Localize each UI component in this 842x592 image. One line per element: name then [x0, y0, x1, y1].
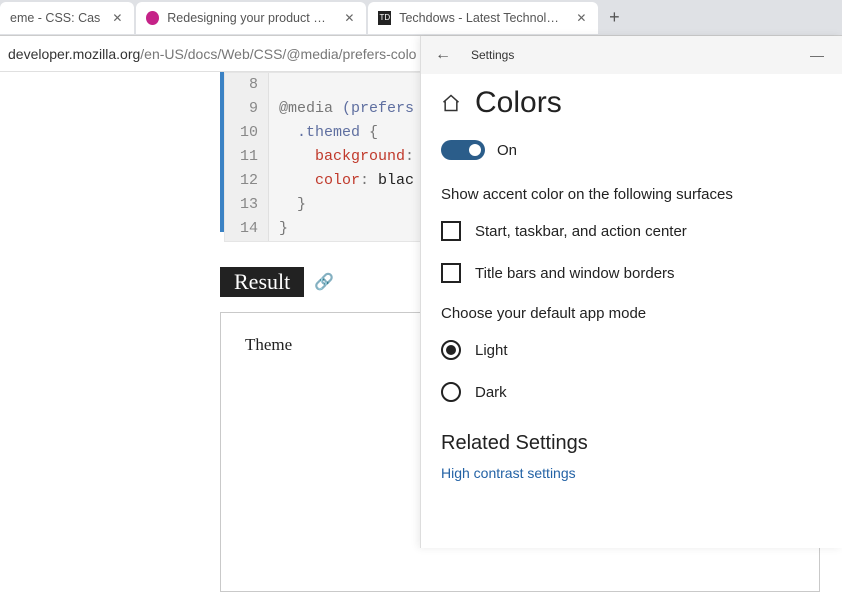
related-settings-heading: Related Settings	[441, 432, 822, 455]
home-icon[interactable]	[441, 93, 461, 113]
url-host: developer.mozilla.org	[8, 46, 140, 62]
checkbox-icon	[441, 263, 461, 283]
accent-section-label: Show accent color on the following surfa…	[441, 186, 822, 203]
theme-text: Theme	[245, 335, 292, 354]
toggle-state-label: On	[497, 142, 517, 159]
radio-label: Dark	[475, 384, 507, 401]
wordpress-icon	[146, 11, 159, 25]
line-number: 12	[225, 169, 269, 193]
tab-label: eme - CSS: Cas	[10, 11, 100, 25]
accent-toggle[interactable]	[441, 140, 485, 160]
settings-titlebar: ← Settings —	[421, 36, 842, 74]
close-icon[interactable]: ✕	[108, 9, 126, 27]
settings-title: Settings	[471, 48, 514, 62]
tab-1[interactable]: eme - CSS: Cas ✕	[0, 2, 134, 34]
tab-3[interactable]: TD Techdows - Latest Technology N ✕	[368, 2, 598, 34]
line-number: 8	[225, 73, 269, 97]
browser-tab-strip: eme - CSS: Cas ✕ Redesigning your produc…	[0, 0, 842, 36]
checkbox-icon	[441, 221, 461, 241]
settings-body: Colors On Show accent color on the follo…	[421, 74, 842, 483]
tab-label: Redesigning your product and w	[167, 11, 332, 25]
accent-toggle-row: On	[441, 140, 822, 160]
radio-dark[interactable]: Dark	[441, 382, 822, 402]
minimize-icon[interactable]: —	[810, 47, 824, 63]
windows-settings-panel: ← Settings — Colors On Show accent color…	[420, 36, 842, 548]
line-number: 13	[225, 193, 269, 217]
checkbox-start-taskbar[interactable]: Start, taskbar, and action center	[441, 221, 822, 241]
close-icon[interactable]: ✕	[340, 9, 358, 27]
back-icon[interactable]: ←	[435, 46, 451, 64]
high-contrast-link[interactable]: High contrast settings	[441, 465, 576, 481]
radio-icon	[441, 340, 461, 360]
url-path: /en-US/docs/Web/CSS/@media/prefers-colo	[140, 46, 416, 62]
line-number: 10	[225, 121, 269, 145]
radio-light[interactable]: Light	[441, 340, 822, 360]
line-number: 9	[225, 97, 269, 121]
techdows-icon: TD	[378, 11, 391, 25]
checkbox-label: Title bars and window borders	[475, 265, 675, 282]
line-number: 14	[225, 217, 269, 241]
radio-icon	[441, 382, 461, 402]
line-number: 11	[225, 145, 269, 169]
link-icon[interactable]: 🔗	[314, 272, 334, 292]
tab-label: Techdows - Latest Technology N	[399, 11, 564, 25]
tab-2[interactable]: Redesigning your product and w ✕	[136, 2, 366, 34]
close-icon[interactable]: ✕	[572, 9, 590, 27]
checkbox-label: Start, taskbar, and action center	[475, 223, 687, 240]
new-tab-button[interactable]: +	[600, 4, 628, 32]
page-heading: Colors	[475, 86, 562, 120]
radio-label: Light	[475, 342, 508, 359]
colors-heading-row: Colors	[441, 86, 822, 120]
app-mode-section-label: Choose your default app mode	[441, 305, 822, 322]
checkbox-title-bars[interactable]: Title bars and window borders	[441, 263, 822, 283]
result-heading: Result	[220, 267, 304, 297]
